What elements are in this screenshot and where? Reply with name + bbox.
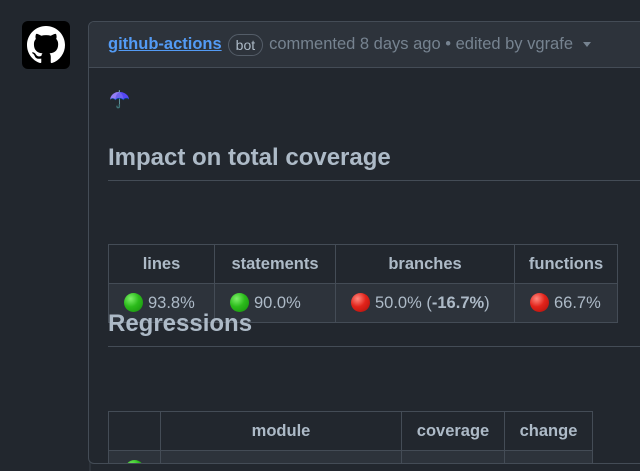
umbrella-emoji: ☂️: [109, 90, 131, 109]
page: github-actions bot commented 8 days ago …: [0, 0, 640, 471]
col-header-module: module: [160, 411, 402, 451]
col-header-functions: functions: [514, 244, 618, 284]
impact-header-row: lines statements branches functions: [108, 244, 618, 284]
green-circle-icon: [125, 460, 144, 463]
module-cell: components/TextSwitch.tsx: [160, 450, 402, 463]
comment-box: github-actions bot commented 8 days ago …: [88, 21, 640, 464]
col-header-status: [108, 411, 161, 451]
table-row: components/TextSwitch.tsx 87.5% -12.5%: [108, 450, 593, 463]
col-header-coverage: coverage: [401, 411, 505, 451]
status-cell: [108, 450, 161, 463]
comment-header: github-actions bot commented 8 days ago …: [89, 22, 640, 68]
col-header-branches: branches: [335, 244, 515, 284]
regressions-header-row: module coverage change: [108, 411, 593, 451]
bot-badge: bot: [227, 33, 264, 56]
impact-heading: Impact on total coverage: [108, 144, 640, 181]
col-header-change: change: [504, 411, 593, 451]
regressions-table: module coverage change components/TextSw…: [108, 411, 593, 463]
github-logo-icon: [27, 26, 65, 64]
col-header-statements: statements: [214, 244, 336, 284]
col-header-lines: lines: [108, 244, 215, 284]
avatar[interactable]: [22, 21, 70, 69]
edit-history-chevron-down-icon[interactable]: [583, 42, 591, 47]
change-cell: -12.5%: [504, 450, 593, 463]
coverage-cell: 87.5%: [401, 450, 505, 463]
comment-meta[interactable]: commented 8 days ago • edited by vgrafe: [269, 35, 573, 54]
author-link[interactable]: github-actions: [108, 35, 222, 54]
regressions-heading: Regressions: [108, 310, 640, 347]
